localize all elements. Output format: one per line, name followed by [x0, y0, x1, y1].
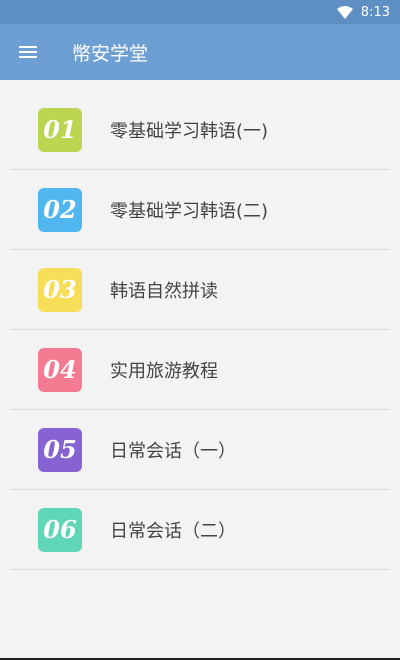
lesson-label: 实用旅游教程 — [110, 360, 218, 382]
hamburger-icon — [19, 43, 37, 61]
lesson-label: 日常会话（二） — [110, 520, 236, 542]
wifi-icon — [336, 5, 353, 19]
lesson-number-icon: 05 — [38, 427, 82, 472]
list-item[interactable]: 04 实用旅游教程 — [10, 330, 390, 410]
lesson-number-icon: 01 — [38, 107, 82, 152]
status-bar: 8:13 — [0, 0, 400, 24]
lesson-label: 日常会话（一） — [110, 440, 236, 462]
lesson-number-icon: 03 — [38, 267, 82, 312]
lesson-number-icon: 06 — [38, 507, 82, 552]
lesson-label: 零基础学习韩语(二) — [110, 200, 269, 222]
lesson-label: 韩语自然拼读 — [110, 280, 218, 302]
status-time: 8:13 — [360, 4, 390, 20]
list-item[interactable]: 02 零基础学习韩语(二) — [10, 170, 390, 250]
app-bar: 幣安学堂 — [0, 24, 400, 80]
lesson-number-icon: 02 — [38, 187, 82, 232]
lesson-list: 01 零基础学习韩语(一) 02 零基础学习韩语(二) 03 韩语自然拼读 04… — [0, 90, 400, 570]
list-item[interactable]: 03 韩语自然拼读 — [10, 250, 390, 330]
page-title: 幣安学堂 — [72, 42, 149, 65]
list-item[interactable]: 06 日常会话（二） — [10, 490, 390, 570]
lesson-label: 零基础学习韩语(一) — [110, 120, 269, 142]
menu-button[interactable] — [0, 24, 56, 80]
list-item[interactable]: 05 日常会话（一） — [10, 410, 390, 490]
lesson-number-icon: 04 — [38, 347, 82, 392]
list-item[interactable]: 01 零基础学习韩语(一) — [10, 90, 390, 170]
